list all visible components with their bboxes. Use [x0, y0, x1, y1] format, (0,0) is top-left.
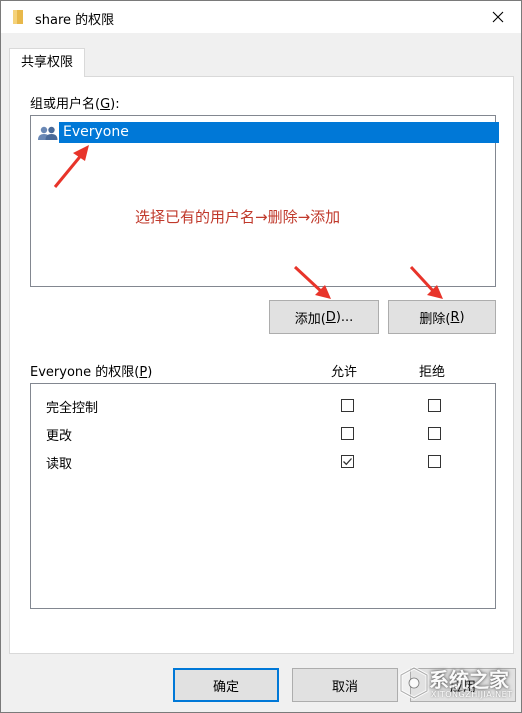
table-row: 读取: [31, 448, 495, 476]
tab-share-permissions[interactable]: 共享权限: [9, 48, 86, 77]
watermark-text: 系统之家: [429, 668, 509, 692]
table-row: 完全控制: [31, 392, 495, 420]
watermark-logo-icon: [399, 666, 429, 700]
deny-checkbox[interactable]: [428, 455, 441, 468]
title-bar: share 的权限: [1, 1, 521, 33]
table-row: 更改: [31, 420, 495, 448]
allow-checkbox[interactable]: [341, 399, 354, 412]
permission-name: 更改: [46, 429, 73, 444]
cancel-button[interactable]: 取消: [292, 668, 398, 702]
window-title: share 的权限: [35, 13, 115, 28]
remove-button[interactable]: 删除(R): [388, 300, 496, 334]
remove-button-key: R: [450, 309, 460, 325]
ok-button[interactable]: 确定: [173, 668, 279, 702]
permissions-label: Everyone 的权限(P): [30, 361, 152, 380]
deny-header: 拒绝: [419, 365, 446, 380]
user-name-everyone[interactable]: Everyone: [59, 122, 499, 143]
folder-icon: [13, 10, 23, 24]
group-label-prefix: 组或用户名(: [30, 97, 101, 112]
users-group-icon: [38, 126, 58, 140]
allow-header: 允许: [331, 365, 358, 380]
user-list[interactable]: Everyone 选择已有的用户名→删除→添加: [30, 115, 499, 287]
permissions-label-prefix: Everyone 的权限(: [30, 365, 140, 380]
add-button[interactable]: 添加(D)...: [269, 300, 379, 334]
add-button-suffix: )...: [335, 309, 354, 325]
permissions-list: 完全控制 更改 读取: [30, 383, 496, 609]
tab-strip: 共享权限: [9, 48, 515, 77]
list-item[interactable]: Everyone: [35, 120, 501, 146]
allow-checkbox[interactable]: [341, 427, 354, 440]
group-label-key: G: [100, 97, 111, 112]
deny-checkbox[interactable]: [428, 399, 441, 412]
permissions-label-suffix: ): [147, 365, 153, 380]
watermark-subtext: XITONGZHIJIA.NET: [431, 690, 513, 699]
permission-name: 完全控制: [46, 401, 99, 416]
permissions-label-key: P: [139, 365, 148, 380]
permission-name: 读取: [46, 457, 73, 472]
close-icon: [492, 11, 504, 23]
group-label-suffix: ):: [110, 97, 120, 112]
remove-button-suffix: ): [459, 309, 465, 325]
add-button-prefix: 添加(: [294, 311, 326, 327]
add-button-key: D: [325, 309, 336, 325]
deny-checkbox[interactable]: [428, 427, 441, 440]
checkmark-icon: [343, 458, 352, 466]
remove-button-prefix: 删除(: [419, 311, 451, 327]
close-button[interactable]: [475, 1, 521, 33]
group-label: 组或用户名(G):: [30, 93, 120, 112]
annotation-text: 选择已有的用户名→删除→添加: [135, 208, 341, 226]
allow-checkbox[interactable]: [341, 455, 354, 468]
watermark: 系统之家 XITONGZHIJIA.NET: [399, 660, 517, 710]
